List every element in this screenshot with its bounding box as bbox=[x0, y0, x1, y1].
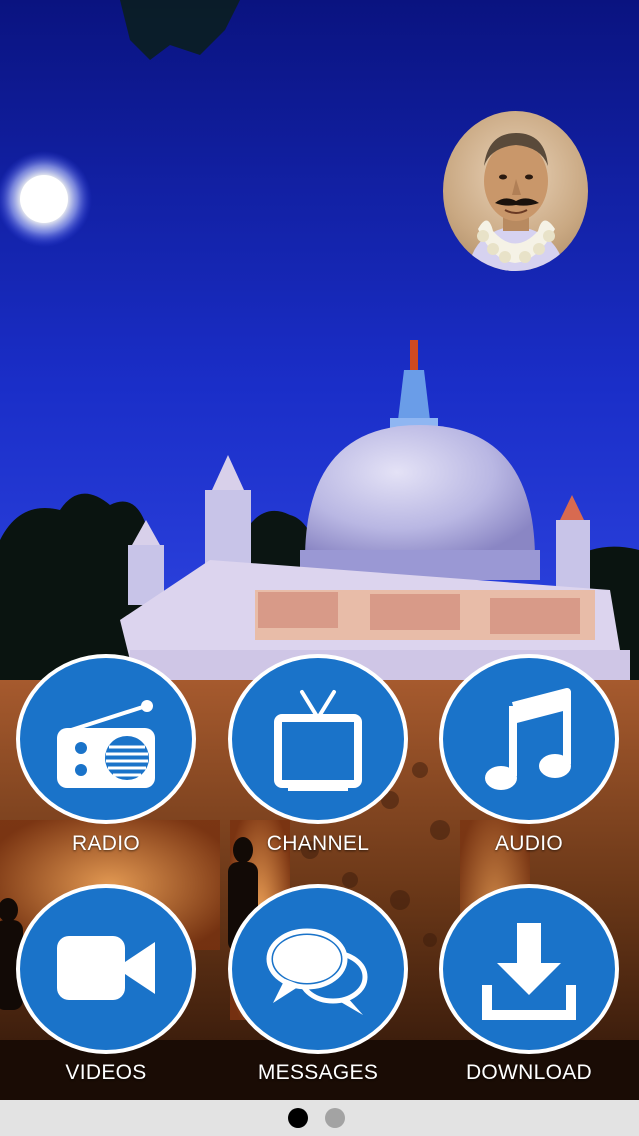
radio-button[interactable] bbox=[16, 654, 196, 824]
download-label: DOWNLOAD bbox=[465, 1061, 593, 1084]
messages-button[interactable] bbox=[228, 884, 408, 1054]
page-indicator bbox=[0, 1100, 639, 1136]
music-note-icon bbox=[485, 688, 571, 790]
audio-button[interactable] bbox=[439, 654, 619, 824]
home-screen: RADIO CHANNEL AUDIO VIDEOS MESSAGES DOWN… bbox=[0, 0, 639, 1136]
portrait-image bbox=[468, 133, 565, 271]
messages-label: MESSAGES bbox=[257, 1061, 379, 1084]
radio-label: RADIO bbox=[71, 832, 140, 855]
audio-label: AUDIO bbox=[494, 832, 563, 855]
videos-button[interactable] bbox=[16, 884, 196, 1054]
chat-bubbles-icon bbox=[266, 928, 368, 1015]
download-button[interactable] bbox=[439, 884, 619, 1054]
tv-icon bbox=[274, 690, 362, 791]
profile-avatar[interactable] bbox=[443, 111, 588, 271]
page-dot-2[interactable] bbox=[325, 1108, 345, 1128]
download-icon bbox=[482, 923, 576, 1020]
radio-icon bbox=[57, 700, 155, 788]
channel-button[interactable] bbox=[228, 654, 408, 824]
channel-label: CHANNEL bbox=[266, 832, 370, 855]
page-dot-1[interactable] bbox=[288, 1108, 308, 1128]
videos-label: VIDEOS bbox=[65, 1061, 147, 1084]
video-camera-icon bbox=[57, 936, 155, 1000]
